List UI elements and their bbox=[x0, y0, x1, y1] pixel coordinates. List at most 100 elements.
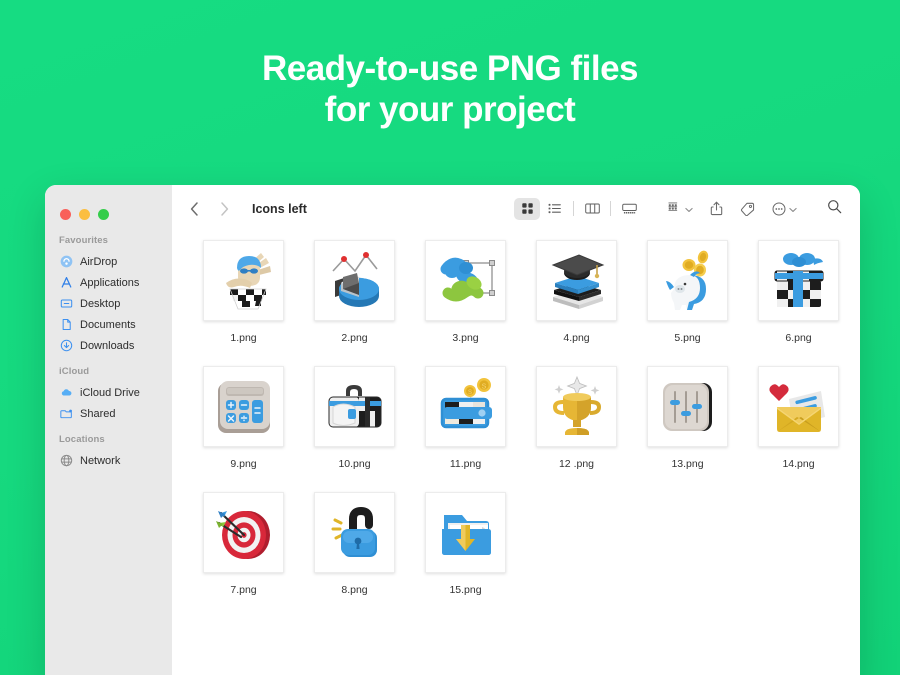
downloads-icon bbox=[59, 339, 73, 353]
sidebar-item-label: Documents bbox=[80, 318, 136, 331]
sidebar-item-airdrop[interactable]: AirDrop bbox=[45, 251, 172, 272]
file-thumbnail bbox=[536, 366, 617, 447]
hero-line-2: for your project bbox=[324, 90, 576, 129]
sidebar-section-icloud-label: iCloud bbox=[59, 366, 90, 377]
file-name: 7.png bbox=[230, 584, 257, 596]
svg-text:S: S bbox=[467, 390, 471, 396]
file-item[interactable]: 9.png bbox=[188, 366, 299, 470]
sidebar-item-label: Desktop bbox=[80, 297, 121, 310]
file-thumbnail bbox=[314, 492, 395, 573]
file-name: 13.png bbox=[671, 458, 704, 470]
file-thumbnail bbox=[203, 492, 284, 573]
tag-button[interactable] bbox=[740, 198, 755, 220]
file-thumbnail bbox=[314, 366, 395, 447]
sidebar-item-label: Applications bbox=[80, 276, 140, 289]
file-grid: 1.png 2.png 3.png 4.png 5.png 6.png 9.pn… bbox=[188, 240, 854, 596]
file-thumbnail bbox=[647, 366, 728, 447]
sidebar-item-label: iCloud Drive bbox=[80, 386, 140, 399]
svg-text:S: S bbox=[481, 383, 486, 390]
documents-icon bbox=[59, 318, 73, 332]
briefcase-icon bbox=[328, 384, 381, 427]
finder-main-pane: Icons left 1.png 2.png 3.png 4.png 5.png… bbox=[172, 185, 860, 675]
sidebar-item-network[interactable]: Network bbox=[45, 450, 172, 471]
file-item[interactable]: 14.png bbox=[743, 366, 854, 470]
search-icon[interactable] bbox=[827, 199, 842, 219]
icon-view-button[interactable] bbox=[514, 197, 540, 220]
graduation-cap-books-icon bbox=[551, 253, 604, 309]
file-item[interactable]: 6.png bbox=[743, 240, 854, 344]
sidebar-section-locations-label: Locations bbox=[59, 434, 105, 445]
hero-heading: Ready-to-use PNG files for your project bbox=[0, 48, 900, 130]
file-name: 8.png bbox=[341, 584, 368, 596]
download-folder-icon bbox=[441, 514, 491, 555]
file-name: 2.png bbox=[341, 332, 368, 344]
group-by-button[interactable] bbox=[668, 198, 693, 220]
view-mode-segmented-control bbox=[514, 197, 642, 220]
chevron-down-icon bbox=[789, 200, 797, 218]
file-item[interactable]: 12 .png bbox=[521, 366, 632, 470]
file-thumbnail bbox=[536, 240, 617, 321]
open-padlock-icon bbox=[331, 506, 377, 557]
file-thumbnail bbox=[758, 240, 839, 321]
forward-arrow-icon[interactable] bbox=[216, 201, 232, 217]
sidebar-item-applications[interactable]: Applications bbox=[45, 272, 172, 293]
minimize-button[interactable] bbox=[79, 208, 90, 220]
file-item[interactable]: 5.png bbox=[632, 240, 743, 344]
file-item[interactable]: 8.png bbox=[299, 492, 410, 596]
wallet-coins-icon: S S bbox=[440, 377, 492, 428]
file-name: 4.png bbox=[563, 332, 590, 344]
finder-window: Favourites AirDrop Applications Desktop … bbox=[45, 185, 860, 675]
file-name: 11.png bbox=[449, 458, 482, 470]
file-item[interactable]: 4.png bbox=[521, 240, 632, 344]
list-view-button[interactable] bbox=[542, 198, 568, 220]
chevron-down-icon bbox=[685, 200, 693, 218]
file-item[interactable]: 1.png bbox=[188, 240, 299, 344]
file-name: 1.png bbox=[230, 332, 257, 344]
airdrop-icon bbox=[59, 255, 73, 269]
file-item[interactable]: 10.png bbox=[299, 366, 410, 470]
finder-sidebar: Favourites AirDrop Applications Desktop … bbox=[45, 185, 172, 675]
file-name: 3.png bbox=[452, 332, 479, 344]
file-name: 9.png bbox=[230, 458, 257, 470]
sidebar-item-label: Downloads bbox=[80, 339, 135, 352]
gift-box-icon bbox=[774, 252, 823, 307]
file-item[interactable]: 13.png bbox=[632, 366, 743, 470]
pie-chart-icon bbox=[331, 251, 379, 307]
zoom-button[interactable] bbox=[98, 208, 109, 220]
file-name: 5.png bbox=[674, 332, 701, 344]
sidebar-item-label: Network bbox=[80, 454, 121, 467]
file-item[interactable]: 15.png bbox=[410, 492, 521, 596]
gallery-view-button[interactable] bbox=[616, 198, 642, 220]
file-thumbnail bbox=[647, 240, 728, 321]
dartboard-arrows-icon bbox=[215, 510, 270, 559]
hero-line-1: Ready-to-use PNG files bbox=[261, 49, 639, 88]
sidebar-item-desktop[interactable]: Desktop bbox=[45, 293, 172, 314]
network-globe-icon bbox=[59, 454, 73, 468]
file-name: 12 .png bbox=[558, 458, 595, 470]
file-name: 6.png bbox=[785, 332, 812, 344]
applications-icon bbox=[59, 276, 73, 290]
envelope-heart-icon bbox=[768, 383, 825, 432]
file-thumbnail bbox=[314, 240, 395, 321]
sidebar-item-documents[interactable]: Documents bbox=[45, 314, 172, 335]
window-title: Icons left bbox=[252, 201, 307, 216]
share-button[interactable] bbox=[710, 198, 723, 220]
more-actions-button[interactable] bbox=[772, 198, 797, 220]
file-thumbnail bbox=[425, 240, 506, 321]
column-view-button[interactable] bbox=[579, 198, 605, 220]
sliders-icon bbox=[662, 382, 712, 431]
toolbar-divider bbox=[573, 201, 574, 216]
sidebar-item-downloads[interactable]: Downloads bbox=[45, 335, 172, 356]
file-item[interactable]: S S 11.png bbox=[410, 366, 521, 470]
file-item[interactable]: 3.png bbox=[410, 240, 521, 344]
sidebar-item-icloud-drive[interactable]: iCloud Drive bbox=[45, 382, 172, 403]
piggy-bank-icon bbox=[665, 250, 708, 310]
back-arrow-icon[interactable] bbox=[186, 201, 202, 217]
file-item[interactable]: 2.png bbox=[299, 240, 410, 344]
sidebar-item-shared[interactable]: Shared bbox=[45, 403, 172, 424]
close-button[interactable] bbox=[60, 208, 71, 220]
file-item[interactable]: 7.png bbox=[188, 492, 299, 596]
toolbar-divider bbox=[610, 201, 611, 216]
sidebar-item-label: AirDrop bbox=[80, 255, 118, 268]
navigation-arrows bbox=[186, 201, 232, 217]
